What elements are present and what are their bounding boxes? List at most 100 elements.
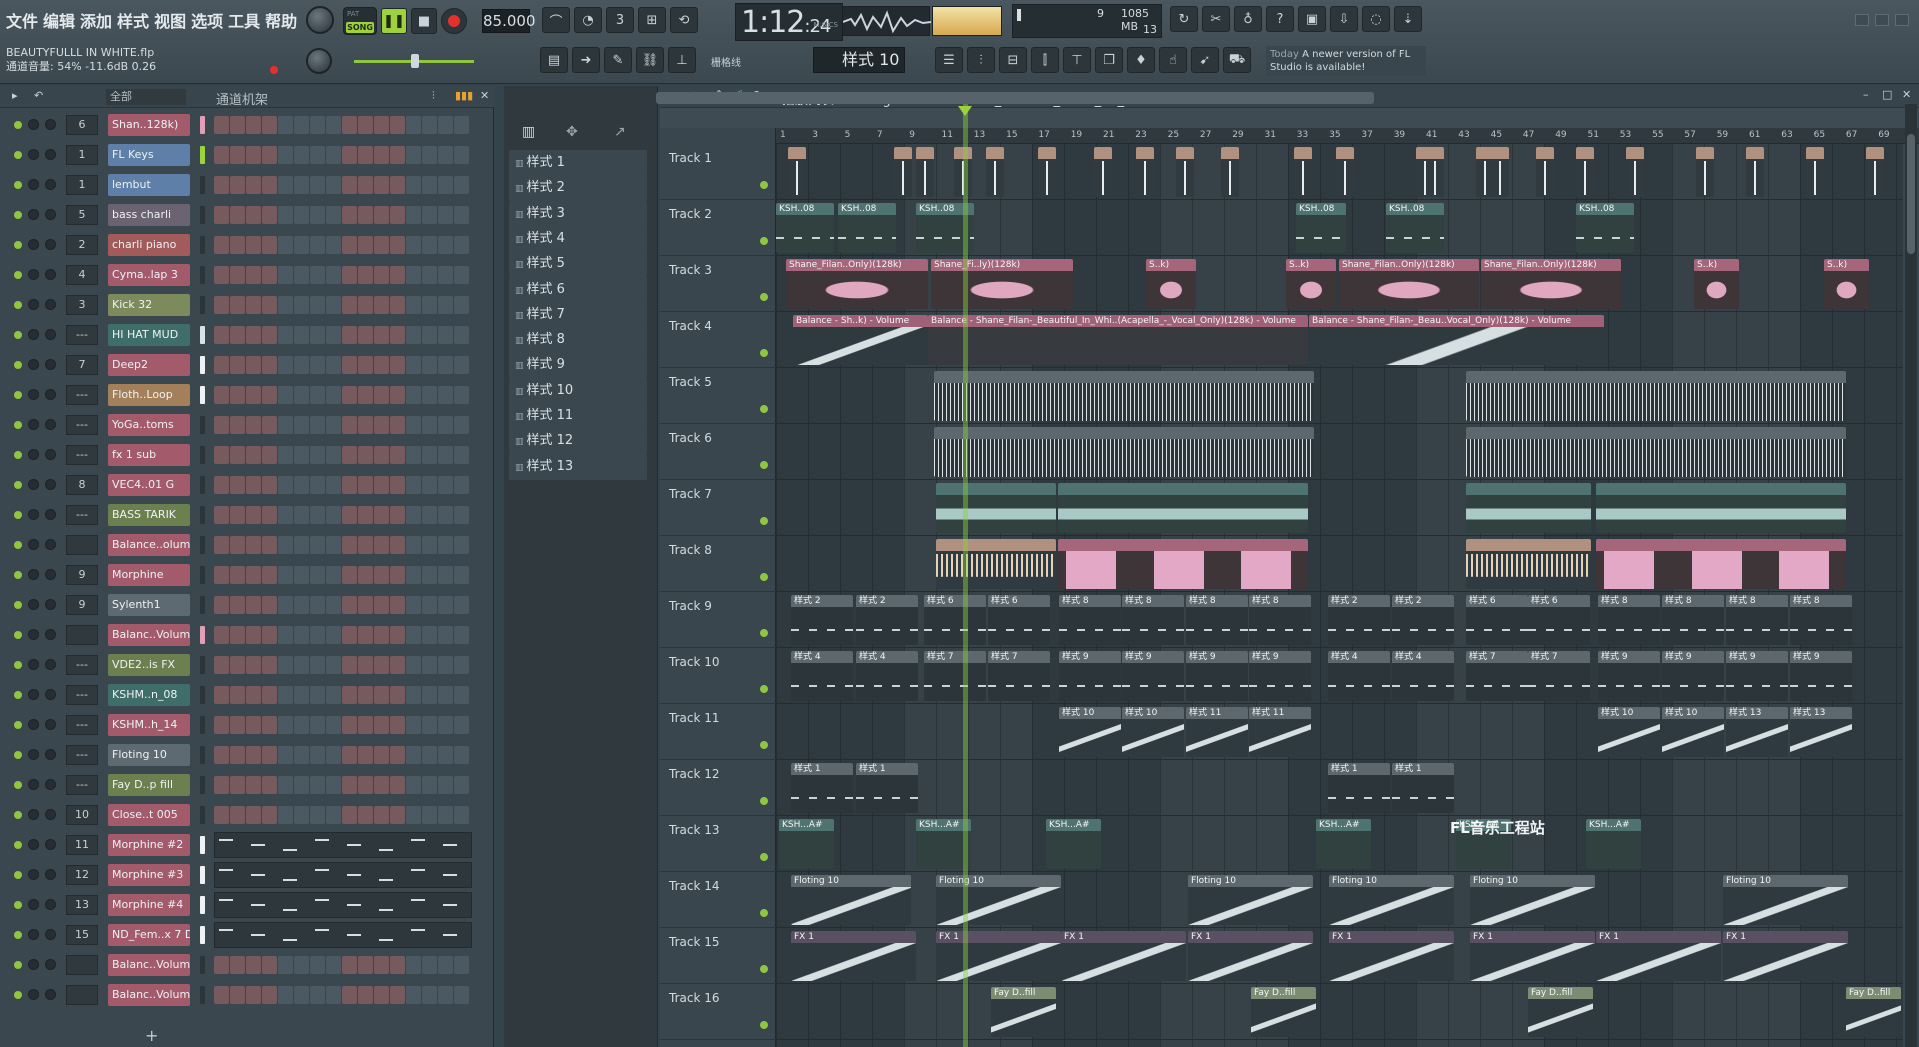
step-button[interactable] <box>390 986 405 1004</box>
channel-volume-knob[interactable] <box>45 659 56 670</box>
channel-volume-knob[interactable] <box>45 899 56 910</box>
step-button[interactable] <box>358 716 373 734</box>
step-button[interactable] <box>342 206 357 224</box>
step-button[interactable] <box>278 116 293 134</box>
step-button[interactable] <box>230 176 245 194</box>
channel-row[interactable]: --- KSHM..n_08 <box>0 680 494 710</box>
step-button[interactable] <box>310 266 325 284</box>
step-button[interactable] <box>294 296 309 314</box>
step-button[interactable] <box>374 446 389 464</box>
channel-pan-knob[interactable] <box>28 299 39 310</box>
step-button[interactable] <box>278 686 293 704</box>
step-sequencer[interactable] <box>214 956 474 974</box>
channel-volume-knob[interactable] <box>45 209 56 220</box>
step-button[interactable] <box>358 386 373 404</box>
channel-mixer-track[interactable]: 2 <box>66 235 98 255</box>
playlist-clip[interactable]: 样式 8 <box>1726 595 1788 645</box>
pattern-item[interactable]: ▥ 样式 1 <box>509 150 647 176</box>
track-header[interactable]: Track 15 <box>660 928 776 984</box>
picker-patterns-icon[interactable]: ▥ <box>522 124 535 140</box>
channel-pan-knob[interactable] <box>28 599 39 610</box>
step-button[interactable] <box>438 746 453 764</box>
step-button[interactable] <box>326 176 341 194</box>
track-lane[interactable]: Shane_Filan..Only)(128k) Shane_Fi..ly)(12… <box>776 256 1903 312</box>
playlist-clip[interactable]: 样式 8 <box>1662 595 1724 645</box>
track-lane[interactable]: Balance - Sh..k) - Volume Balance - Shane… <box>776 312 1903 368</box>
step-button[interactable] <box>278 596 293 614</box>
channel-name-button[interactable]: KSHM..h_14 <box>108 714 190 736</box>
step-button[interactable] <box>422 506 437 524</box>
channel-volume-knob[interactable] <box>45 539 56 550</box>
step-sequencer[interactable] <box>214 116 474 134</box>
step-button[interactable] <box>262 356 277 374</box>
track-lane[interactable]: 样式 2 样式 2 样式 6 样式 6 样式 8 样式 8 样式 8 样式 8 样式 2 样式 2… <box>776 592 1903 648</box>
track-mute-led-icon[interactable] <box>760 461 768 469</box>
step-button[interactable] <box>246 986 261 1004</box>
pattern-song-toggle[interactable]: PAT SONG <box>343 7 377 35</box>
channel-pan-knob[interactable] <box>28 899 39 910</box>
pattern-item[interactable]: ▥ 样式 11 <box>509 403 647 429</box>
channel-row[interactable]: 2 charli piano <box>0 230 494 260</box>
step-button[interactable] <box>390 536 405 554</box>
channel-rack-icon[interactable]: ⊟ <box>999 47 1027 73</box>
channel-row[interactable]: Balanc..Volume <box>0 950 494 980</box>
playlist-clip[interactable] <box>1094 147 1112 197</box>
record-button[interactable] <box>441 8 467 34</box>
slider-handle[interactable] <box>411 54 419 68</box>
step-button[interactable] <box>262 596 277 614</box>
step-button[interactable] <box>454 116 469 134</box>
menu-options[interactable]: 选项 <box>191 8 223 32</box>
step-button[interactable] <box>422 746 437 764</box>
channel-volume-knob[interactable] <box>45 569 56 580</box>
step-button[interactable] <box>214 956 229 974</box>
step-button[interactable] <box>406 596 421 614</box>
step-button[interactable] <box>422 536 437 554</box>
channel-volume-knob[interactable] <box>45 329 56 340</box>
step-button[interactable] <box>406 176 421 194</box>
step-button[interactable] <box>390 296 405 314</box>
step-button[interactable] <box>422 356 437 374</box>
steps-icon[interactable]: ▮▮▮ <box>455 89 473 102</box>
step-button[interactable] <box>294 746 309 764</box>
step-button[interactable] <box>310 326 325 344</box>
step-button[interactable] <box>342 596 357 614</box>
step-button[interactable] <box>310 236 325 254</box>
step-sequencer[interactable] <box>214 146 474 164</box>
channel-pan-knob[interactable] <box>28 209 39 220</box>
playlist-clip[interactable]: 样式 7 <box>924 651 986 701</box>
playlist-clip[interactable]: 样式 8 <box>1122 595 1184 645</box>
playlist-clip[interactable]: 样式 9 <box>1726 651 1788 701</box>
menu-file[interactable]: 文件 <box>6 8 38 32</box>
step-edit-icon[interactable]: ⊞ <box>638 7 666 33</box>
step-button[interactable] <box>406 116 421 134</box>
channel-row[interactable]: 9 Morphine <box>0 560 494 590</box>
channel-select-indicator[interactable] <box>200 266 205 284</box>
step-button[interactable] <box>358 536 373 554</box>
channel-pan-knob[interactable] <box>28 749 39 760</box>
step-button[interactable] <box>294 536 309 554</box>
channel-name-button[interactable]: Balanc..Volume <box>108 984 190 1006</box>
step-button[interactable] <box>422 626 437 644</box>
playlist-clip[interactable] <box>1576 147 1594 197</box>
step-button[interactable] <box>294 236 309 254</box>
step-button[interactable] <box>374 116 389 134</box>
channel-mixer-track[interactable] <box>66 985 98 1005</box>
playlist-clip[interactable]: Fay D..fill <box>1251 987 1316 1037</box>
channel-pan-knob[interactable] <box>28 689 39 700</box>
track-mute-led-icon[interactable] <box>760 293 768 301</box>
step-button[interactable] <box>310 116 325 134</box>
step-button[interactable] <box>230 206 245 224</box>
step-button[interactable] <box>214 206 229 224</box>
step-sequencer[interactable] <box>214 686 474 704</box>
step-button[interactable] <box>214 146 229 164</box>
channel-volume-knob[interactable] <box>45 149 56 160</box>
playlist-clip[interactable]: Fay D..fill <box>1528 987 1593 1037</box>
step-button[interactable] <box>390 116 405 134</box>
link-tool-icon[interactable]: ➹ <box>1191 47 1219 73</box>
browser-icon[interactable]: ⊤ <box>1063 47 1091 73</box>
step-button[interactable] <box>406 236 421 254</box>
channel-pan-knob[interactable] <box>28 269 39 280</box>
step-button[interactable] <box>454 566 469 584</box>
channel-row[interactable]: --- Floting 10 <box>0 740 494 770</box>
channel-volume-knob[interactable] <box>45 479 56 490</box>
